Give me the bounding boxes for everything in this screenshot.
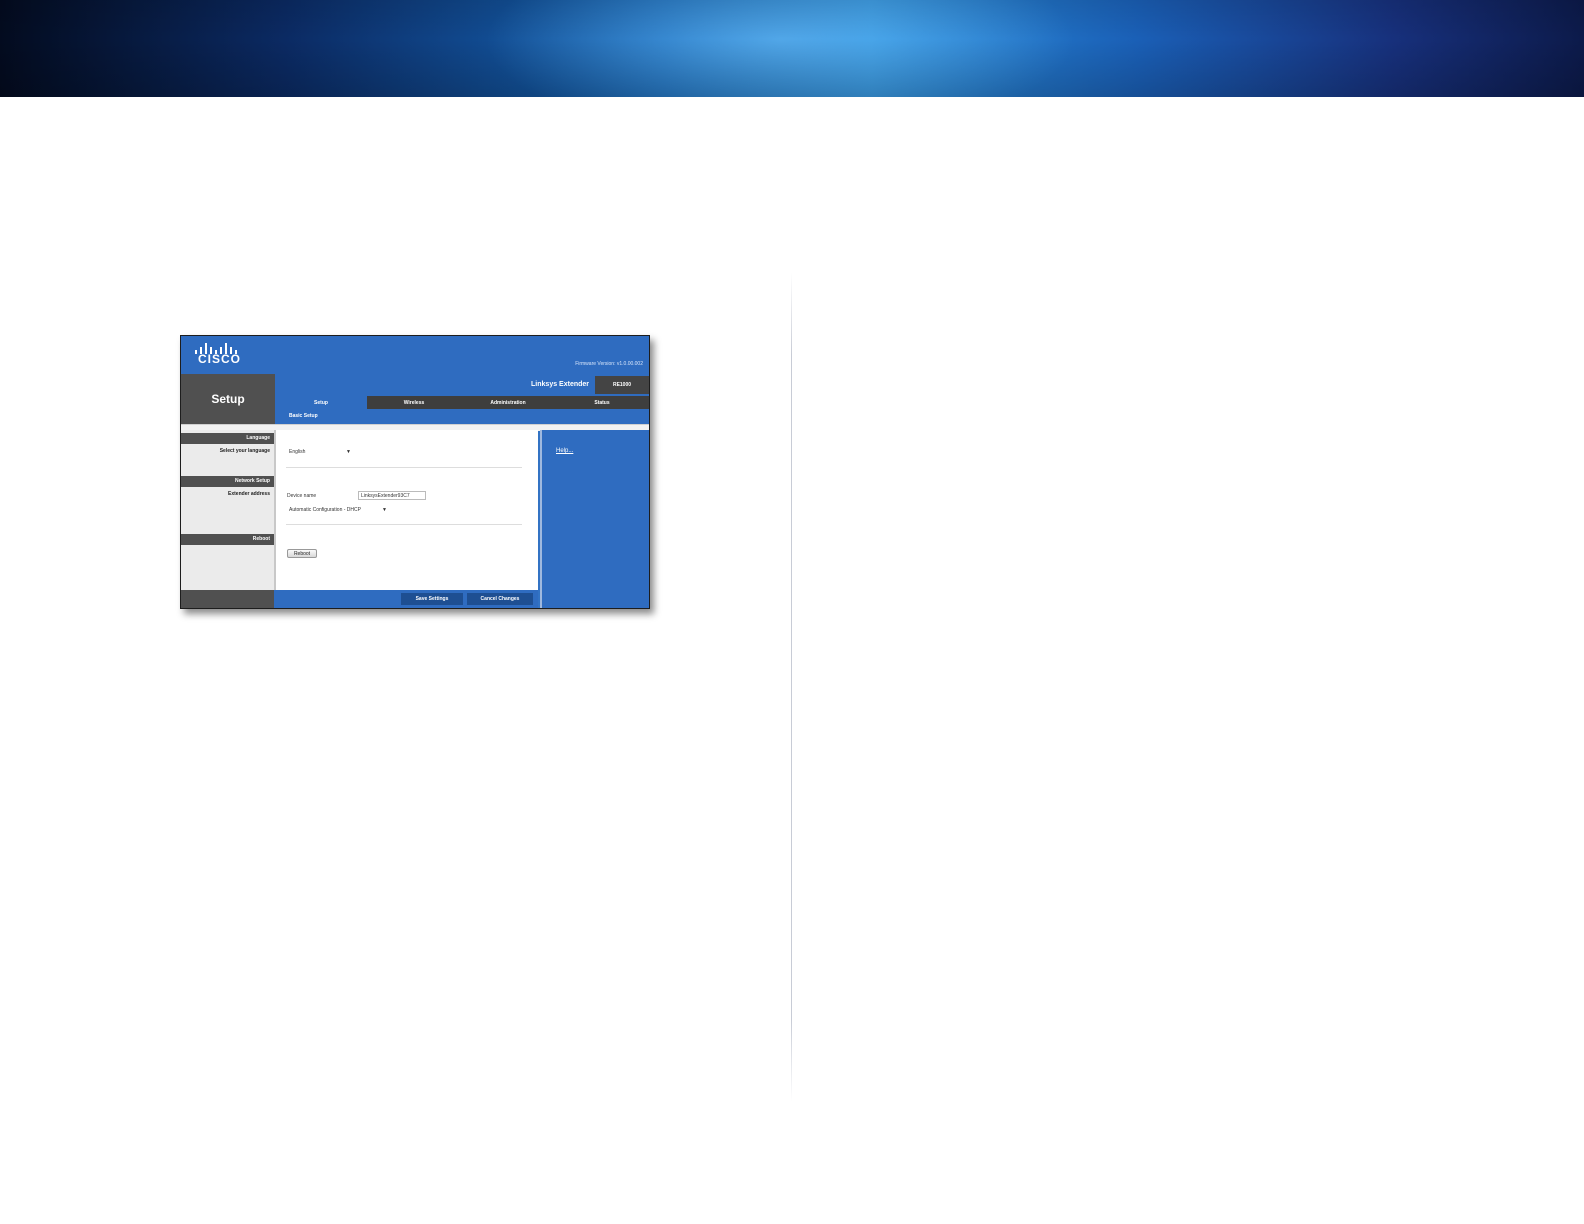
language-label: Select your language <box>219 448 270 454</box>
tab-wireless[interactable]: Wireless <box>367 396 461 409</box>
address-mode-value: Automatic Configuration - DHCP <box>289 507 361 513</box>
chevron-down-icon: ▼ <box>346 449 351 455</box>
language-select-value: English <box>289 449 306 455</box>
network-section-header: Network Setup <box>181 476 274 487</box>
cisco-logo-text: CISCO <box>198 352 242 366</box>
sub-tabs: Basic Setup <box>275 409 649 424</box>
setup-screenshot-figure: CISCO Firmware Version: v1.0.00.002 Setu… <box>180 335 650 609</box>
footer-left-block <box>181 590 274 608</box>
main-tabs: Setup Wireless Administration Status <box>275 396 649 409</box>
cancel-changes-button[interactable]: Cancel Changes <box>467 593 533 605</box>
subtab-basic-setup[interactable]: Basic Setup <box>289 413 318 419</box>
reboot-section-header: Reboot <box>181 534 274 545</box>
language-section-header: Language <box>181 433 274 444</box>
tab-administration[interactable]: Administration <box>461 396 555 409</box>
model-badge: RE1000 <box>595 376 649 394</box>
divider <box>286 467 522 468</box>
help-link[interactable]: Help... <box>556 448 573 454</box>
device-name-field[interactable]: LinksysExtender93C7 <box>358 491 426 500</box>
product-bar: Linksys Extender RE1000 <box>275 374 649 396</box>
reboot-button[interactable]: Reboot <box>287 549 317 558</box>
chevron-down-icon: ▼ <box>382 507 387 513</box>
language-select[interactable]: English ▼ <box>286 446 354 456</box>
firmware-version: Firmware Version: v1.0.00.002 <box>575 361 643 367</box>
address-mode-select[interactable]: Automatic Configuration - DHCP ▼ <box>286 504 390 514</box>
tab-setup[interactable]: Setup <box>275 396 367 409</box>
save-settings-button[interactable]: Save Settings <box>401 593 463 605</box>
tab-status[interactable]: Status <box>555 396 649 409</box>
device-name-label: Device name <box>287 493 317 499</box>
extender-address-label: Extender address <box>228 491 270 497</box>
settings-form: English ▼ Device name LinksysExtender93C… <box>276 430 538 590</box>
help-panel: Help... <box>540 430 649 608</box>
divider <box>286 524 522 525</box>
page-title: Setup <box>181 374 275 424</box>
settings-sidebar: Language Select your language Network Se… <box>181 430 276 590</box>
app-header: CISCO Firmware Version: v1.0.00.002 <box>181 336 649 374</box>
column-divider <box>791 272 792 1102</box>
form-footer: Save Settings Cancel Changes <box>181 590 538 608</box>
product-name: Linksys Extender <box>531 381 589 388</box>
header-banner-shade <box>0 0 1584 97</box>
